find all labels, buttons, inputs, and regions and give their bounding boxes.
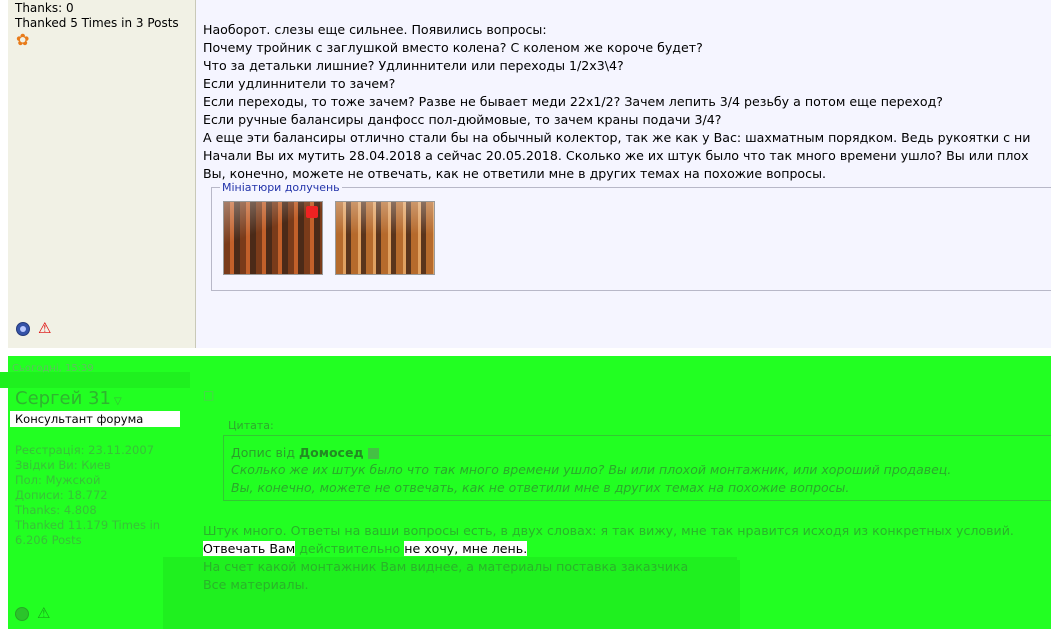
message-line: Почему тройник с заглушкой вместо колена… [203,40,703,55]
user-stat: Thanked 11.179 Times in [15,518,161,532]
message-line: Если удлиннители то зачем? [203,76,396,91]
reply-fragment: действительно [295,541,405,556]
attachment-thumbnail-1[interactable] [223,201,323,275]
reply-fragment: не хочу, мне лень. [404,541,528,556]
post-separator [0,348,1051,356]
message-line: Что за детальки лишние? Удлиннители или … [203,58,624,73]
message-line: А еще эти балансиры отлично стали бы на … [203,130,1031,145]
quote-author: Домосед [299,445,364,460]
report-icon[interactable]: ⚠ [37,604,50,622]
reply-line: Отвечать Вам действительно не хочу, мне … [203,540,528,558]
user-stat: Звідки Ви: Киев [15,458,111,472]
chevron-down-icon[interactable]: ▽ [114,396,122,407]
attachments-fieldset: Мініатюри долучень [211,181,1051,291]
username-text[interactable]: Сергей 31 [15,388,111,409]
report-icon[interactable]: ⚠ [38,320,54,336]
post-date: Сьогодні, 15:39 [12,363,94,374]
user-stat: Реєстрація: 23.11.2007 [15,443,155,457]
user-stat: Пол: Мужской [15,473,101,487]
message-line: Начали Вы их мутить 28.04.2018 а сейчас … [203,148,1029,163]
username-link[interactable]: Сергей 31 ▽ [15,388,122,409]
online-status-icon[interactable] [16,322,30,336]
reply-line: Штук много. Ответы на ваши вопросы есть,… [203,523,1014,538]
user-stat: Thanks: 4.808 [15,503,97,517]
attachments-legend: Мініатюри долучень [220,181,342,194]
post1-user-sidebar: Thanks: 0 Thanked 5 Times in 3 Posts ✿ ⚠ [8,0,196,348]
user-thanked: Thanked 5 Times in 3 Posts [15,16,179,30]
quote-prefix: Допис від [231,445,296,460]
aim-icon[interactable]: ✿ [16,31,32,49]
user-stat: 6.206 Posts [15,533,82,547]
reply-line: На счет какой монтажник Вам виднее, а ма… [203,559,689,574]
message-line: Наоборот. слезы еще сильнее. Появились в… [203,22,547,37]
attachment-thumbnail-2[interactable] [335,201,435,275]
user-thanks: Thanks: 0 [15,1,74,15]
user-stat: Дописи: 18.772 [15,488,108,502]
post1-message-body: Наоборот. слезы еще сильнее. Появились в… [203,21,1051,183]
reply-line: Все материалы. [203,577,309,592]
post-icon: □ [203,388,215,402]
quote-label: Цитата: [228,419,274,432]
highlight-overlay [0,372,190,388]
message-line: Если ручные балансиры данфосс пол-дюймов… [203,112,722,127]
message-line: Если переходы, то тоже зачем? Разве не б… [203,94,943,109]
post1-message: Наоборот. слезы еще сильнее. Появились в… [196,0,1051,348]
quote-header: Допис від Домосед [231,445,379,460]
user-role: Консультант форума [15,412,144,426]
view-post-icon[interactable] [367,448,379,459]
reply-fragment: Отвечать Вам [203,541,296,556]
online-status-icon[interactable] [15,607,29,621]
quote-line: Сколько же их штук было что так много вр… [231,462,952,477]
quote-block: Допис від Домосед Сколько же их штук был… [223,435,1051,501]
quote-line: Вы, конечно, можете не отвечать, как не … [231,480,850,495]
user-role-badge: Консультант форума [10,411,180,427]
